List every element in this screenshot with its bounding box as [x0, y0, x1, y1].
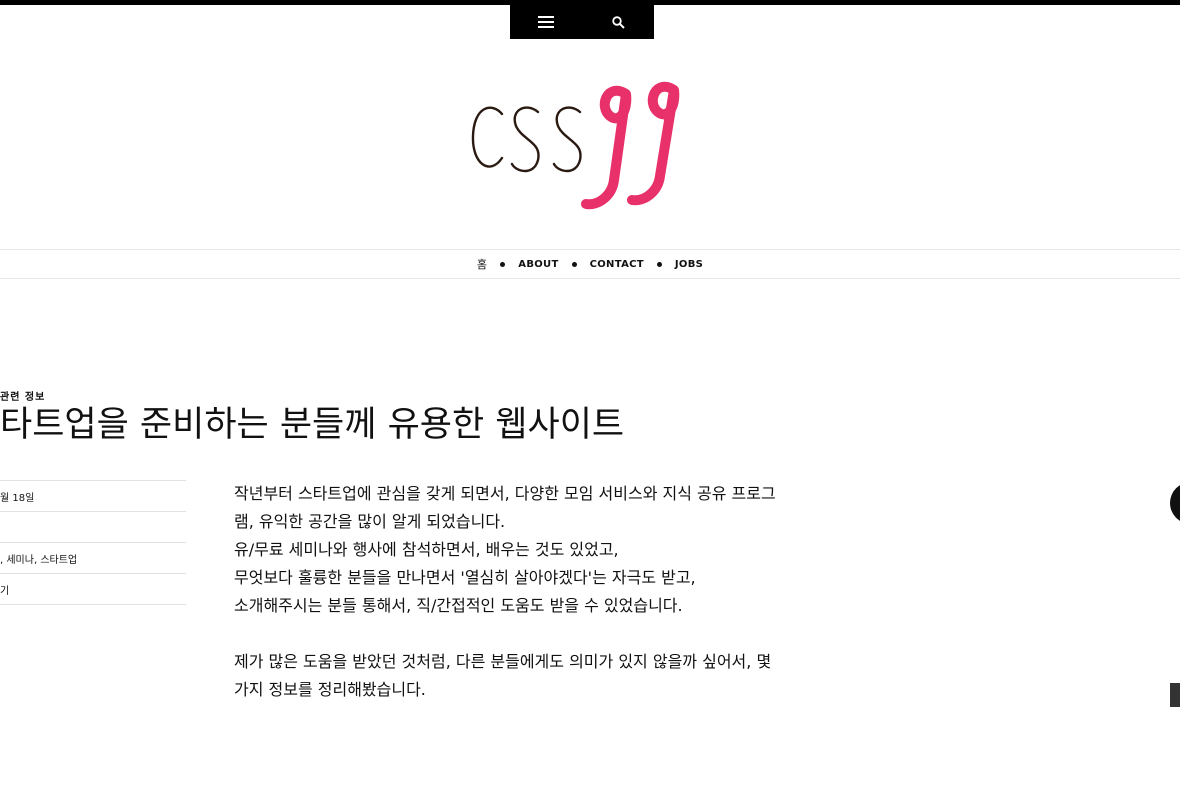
nav-separator [500, 261, 506, 267]
paragraph-line: 작년부터 스타트업에 관심을 갖게 되면서, 다양한 모임 서비스와 지식 공유… [234, 484, 776, 503]
post-paragraph: 작년부터 스타트업에 관심을 갖게 되면서, 다양한 모임 서비스와 지식 공유… [234, 480, 924, 620]
paragraph-line: 무엇보다 훌륭한 분들을 만나면서 '열심히 살아야겠다'는 자극도 받고, [234, 568, 696, 587]
post-meta-comments[interactable]: 기 [0, 573, 186, 605]
nav-item-contact[interactable]: CONTACT [590, 259, 644, 270]
floating-action-button[interactable] [1170, 482, 1180, 524]
post-meta: 월 18일 , 세미나, 스타트업 기 [0, 480, 186, 605]
paragraph-line: 유/무료 세미나와 행사에 참석하면서, 배우는 것도 있었고, [234, 540, 619, 559]
menu-button[interactable] [510, 5, 582, 39]
top-toolbar [510, 5, 654, 39]
menu-icon [538, 16, 554, 28]
search-icon [611, 15, 625, 29]
paragraph-line: 제가 많은 도움을 받았던 것처럼, 다른 분들에게도 의미가 있지 않을까 싶… [234, 652, 772, 671]
nav-item-home[interactable]: 홈 [477, 256, 487, 272]
post-paragraph: 제가 많은 도움을 받았던 것처럼, 다른 분들에게도 의미가 있지 않을까 싶… [234, 648, 924, 704]
nav-item-about[interactable]: ABOUT [518, 259, 558, 270]
nav-separator [571, 261, 577, 267]
post-title: 타트업을 준비하는 분들께 유용한 웹사이트 [0, 405, 625, 445]
main-nav: 홈 ABOUT CONTACT JOBS [0, 249, 1180, 279]
nav-separator [656, 261, 662, 267]
post-meta-tags[interactable]: , 세미나, 스타트업 [0, 542, 186, 573]
nav-item-jobs[interactable]: JOBS [675, 259, 703, 270]
side-scroll-tab[interactable] [1170, 683, 1180, 707]
post-meta-date: 월 18일 [0, 480, 186, 511]
paragraph-line: 가지 정보를 정리해봤습니다. [234, 680, 426, 699]
paragraph-line: 램, 유익한 공간을 많이 알게 되었습니다. [234, 512, 506, 531]
paragraph-line: 소개해주시는 분들 통해서, 직/간접적인 도움도 받을 수 있었습니다. [234, 596, 683, 615]
search-button[interactable] [582, 5, 654, 39]
post-category[interactable]: 관련 정보 [0, 388, 45, 403]
post-content: 작년부터 스타트업에 관심을 갖게 되면서, 다양한 모임 서비스와 지식 공유… [234, 480, 924, 732]
site-logo[interactable] [468, 72, 692, 218]
post-meta-author[interactable] [0, 511, 186, 542]
